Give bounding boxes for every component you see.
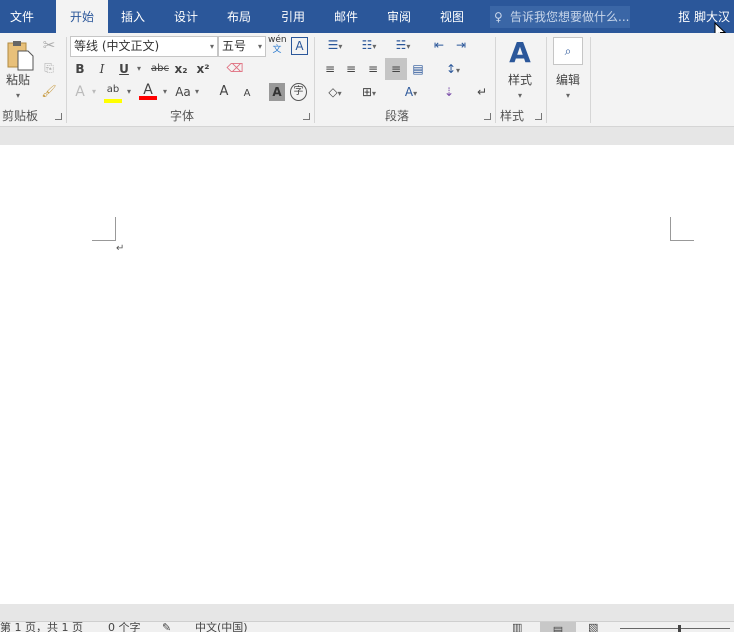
numbering-button[interactable]: ☷▾ [356,36,382,54]
web-layout-icon[interactable]: ▧ [588,622,598,632]
align-left-icon[interactable]: ≡ [322,60,338,78]
shading-button[interactable]: ◇▾ [322,83,348,101]
align-right-icon[interactable]: ≡ [365,60,381,78]
shrink-font-button[interactable]: A [240,85,254,103]
justify-icon[interactable]: ≡ [385,58,407,80]
font-size-value: 五号 [222,39,247,53]
tab-references[interactable]: 引用 [270,0,316,33]
bold-button[interactable]: B [72,60,88,78]
strikethrough-button[interactable]: abc [149,60,171,78]
italic-button[interactable]: I [94,60,110,78]
margin-corner-right [670,217,694,241]
styles-group-label: 样式 [500,109,525,123]
increase-indent-icon[interactable]: ⇥ [452,36,470,54]
superscript-button[interactable]: x² [195,60,211,78]
highlight-dropdown[interactable]: ▾ [125,83,133,101]
tab-file[interactable]: 文件 [0,0,44,33]
divider [66,37,67,123]
char-shading-button[interactable]: A [269,83,285,101]
font-size-select[interactable]: 五号 ▾ [218,36,266,57]
tell-me-text: 告诉我您想要做什么... [510,10,630,24]
bullets-button[interactable]: ☰▾ [322,36,348,54]
tab-review[interactable]: 审阅 [376,0,422,33]
format-painter-icon[interactable]: 🖌 [40,82,58,100]
underline-dropdown[interactable]: ▾ [135,60,143,78]
zoom-slider[interactable] [620,628,730,629]
paragraph-group-label: 段落 [385,109,410,123]
page-count[interactable]: 第 1 页，共 1 页 [0,622,83,632]
change-case-button[interactable]: Aa [173,83,193,101]
styles-dropdown[interactable]: ▾ [514,87,526,105]
status-bar: 第 1 页，共 1 页 0 个字 ✎ 中文(中国) ▥ ▤ ▧ [0,622,734,632]
multilevel-list-button[interactable]: ☵▾ [390,36,416,54]
divider [546,37,547,123]
highlight-button[interactable]: ab [104,81,122,103]
font-color-button[interactable]: A [139,81,157,100]
underline-button[interactable]: U [116,60,132,78]
ribbon: 粘贴 ▾ ✂ ⎘ 🖌 剪贴板 等线 (中文正文) ▾ 五号 ▾ wén 文 A B I… [0,33,734,127]
document-background [0,604,734,622]
tell-me-search[interactable]: ♀ 告诉我您想要做什么... [490,6,630,28]
sort-icon[interactable]: ⇣ [440,83,458,101]
line-spacing-button[interactable]: ↕▾ [440,60,466,78]
tab-insert[interactable]: 插入 [110,0,156,33]
font-group-label: 字体 [170,109,195,123]
phonetic-guide-button[interactable]: wén 文 [268,35,287,55]
clipboard-launcher[interactable] [55,113,62,120]
paste-icon[interactable] [6,39,36,71]
tab-home[interactable]: 开始 [56,0,108,34]
zoom-slider-thumb[interactable] [678,625,681,632]
document-page[interactable]: ↵ [0,145,734,604]
divider [590,37,591,123]
lightbulb-icon: ♀ [494,10,503,24]
read-mode-icon[interactable]: ▥ [512,622,522,632]
print-layout-icon[interactable]: ▤ [540,622,576,632]
distributed-icon[interactable]: ▤ [409,60,427,78]
text-effects-dropdown[interactable]: ▾ [90,83,98,101]
proofing-icon[interactable]: ✎ [162,622,171,632]
paragraph-launcher[interactable] [484,113,491,120]
ribbon-tab-bar: 文件 开始 插入 设计 布局 引用 邮件 审阅 视图 ♀ 告诉我您想要做什么..… [0,0,734,40]
clipboard-group-label: 剪贴板 [2,109,39,123]
clear-formatting-icon[interactable]: ⌫ [226,59,244,77]
divider [314,37,315,123]
margin-corner-left [92,217,116,241]
show-marks-icon[interactable]: ↵ [474,83,490,101]
align-center-icon[interactable]: ≡ [343,60,359,78]
font-launcher[interactable] [303,113,310,120]
styles-launcher[interactable] [535,113,542,120]
font-color-dropdown[interactable]: ▾ [161,83,169,101]
tab-view[interactable]: 视图 [429,0,475,33]
copy-icon[interactable]: ⎘ [40,59,58,77]
decrease-indent-icon[interactable]: ⇤ [430,36,448,54]
borders-button[interactable]: ⊞▾ [356,83,382,101]
editing-dropdown[interactable]: ▾ [562,87,574,105]
tab-layout[interactable]: 布局 [216,0,262,33]
subscript-button[interactable]: x₂ [173,60,189,78]
language[interactable]: 中文(中国) [195,622,248,632]
paste-dropdown[interactable]: ▾ [12,87,24,105]
paragraph-mark: ↵ [116,243,125,254]
find-icon[interactable]: ⌕ [553,37,583,65]
font-name-select[interactable]: 等线 (中文正文) ▾ [70,36,218,57]
styles-icon[interactable]: A [505,37,535,69]
char-border-button[interactable]: A [291,37,308,55]
chinese-layout-button[interactable]: A▾ [398,83,424,101]
word-count[interactable]: 0 个字 [108,622,141,632]
tab-mailings[interactable]: 邮件 [323,0,369,33]
tab-design[interactable]: 设计 [163,0,209,33]
text-effects-button[interactable]: A [72,83,88,101]
enclose-char-button[interactable]: 字 [290,83,307,101]
divider [495,37,496,123]
grow-font-button[interactable]: A [217,83,231,101]
font-name-value: 等线 (中文正文) [74,39,160,53]
change-case-dropdown[interactable]: ▾ [193,83,201,101]
cut-icon[interactable]: ✂ [40,36,58,54]
ruler-area [0,127,734,145]
